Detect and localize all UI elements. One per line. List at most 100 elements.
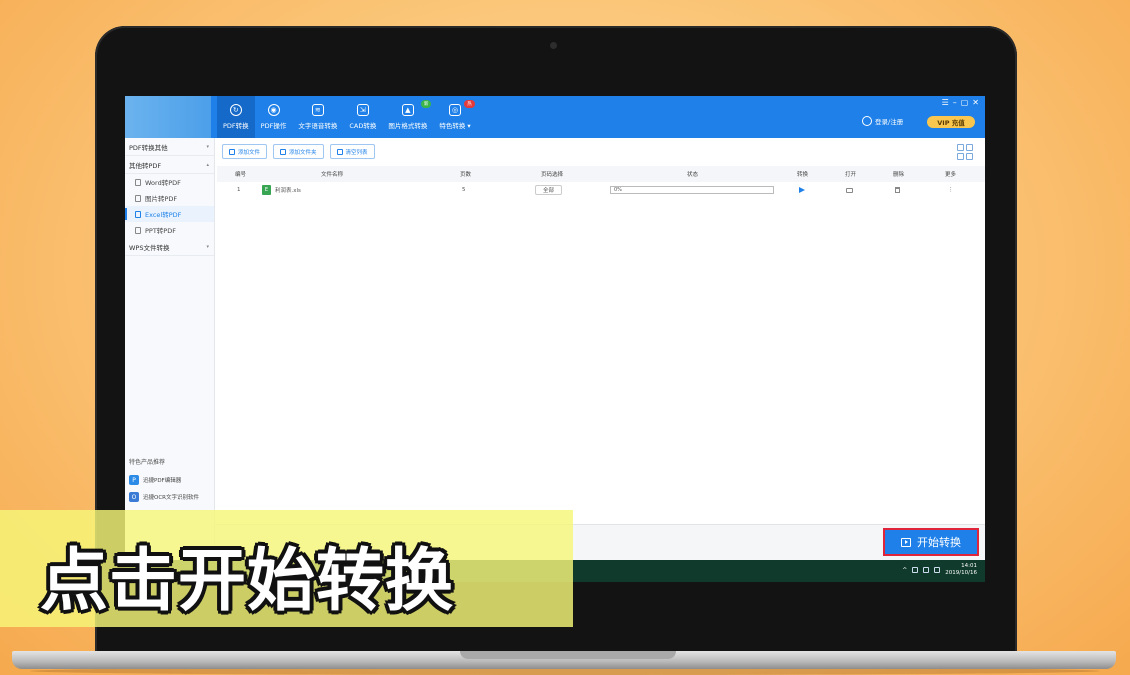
system-tray: ^ 14:01 2019/10/16 (902, 563, 977, 577)
sidebar-item-label: PPT转PDF (145, 227, 176, 235)
header-filename: 文件名称 (321, 172, 344, 178)
document-icon (135, 210, 141, 218)
sidebar-item-word-to-pdf[interactable]: Word转PDF (125, 174, 214, 190)
hot-badge: 热 (464, 100, 475, 108)
login-button[interactable]: 登录/注册 (862, 116, 903, 126)
sidebar-group-label: WPS文件转换 (129, 243, 170, 252)
nav-label: 文字语音转换 (298, 122, 338, 130)
network-icon[interactable] (923, 567, 930, 573)
nav-label: PDF操作 (260, 122, 287, 130)
clear-list-button[interactable]: 清空列表 (329, 144, 375, 159)
pdf-convert-icon: ↻ (229, 104, 242, 116)
clock-time: 14:01 (961, 563, 977, 569)
sidebar-group-label: PDF转换其他 (129, 143, 168, 152)
folder-icon (846, 187, 853, 193)
top-bar: ↻ PDF转换 ◉ PDF操作 ≋ 文字语音转换 ⇲ CAD转换 ▲ 图片格式转… (125, 96, 985, 138)
ocr-icon: O (129, 492, 139, 502)
add-folder-button[interactable]: 添加文件夹 (273, 144, 324, 159)
app-logo (125, 96, 211, 138)
sidebar-group-wps[interactable]: WPS文件转换 ▾ (125, 238, 214, 256)
document-icon (135, 226, 141, 234)
row-pages: 5 (462, 187, 466, 193)
vip-button[interactable]: VIP 充值 (927, 116, 975, 128)
nav-label: 图片格式转换 (388, 122, 428, 130)
button-label: 添加文件 (238, 149, 261, 156)
button-label: 添加文件夹 (289, 149, 317, 156)
window-controls: ☰ – ▢ ✕ (942, 98, 979, 107)
nav-label: 特色转换 ▾ (439, 122, 471, 130)
promo-ocr[interactable]: O 迅捷OCR文字识别软件 (129, 489, 199, 505)
nav-pdf-convert[interactable]: ↻ PDF转换 (217, 96, 255, 138)
row-range: 全部 (535, 182, 563, 198)
header-pages: 页数 (460, 172, 472, 178)
excel-file-icon: E (262, 185, 271, 195)
open-folder-button[interactable] (846, 182, 853, 198)
nav-label: CAD转换 (349, 122, 377, 130)
sidebar-item-label: Excel转PDF (145, 211, 182, 219)
maximize-icon[interactable]: ▢ (961, 98, 969, 107)
laptop-notch (460, 651, 676, 659)
promo-label: 迅捷PDF编辑器 (143, 478, 182, 484)
pdf-editor-icon: P (129, 475, 139, 485)
trash-icon (336, 148, 343, 155)
play-icon (901, 537, 911, 547)
promo-label: 迅捷OCR文字识别软件 (143, 495, 199, 501)
volume-icon[interactable] (934, 567, 941, 573)
page-range-select[interactable]: 全部 (535, 185, 563, 195)
clock[interactable]: 14:01 2019/10/16 (945, 563, 977, 577)
nav-special-convert[interactable]: ◎ 特色转换 ▾ 热 (433, 96, 476, 138)
sidebar-item-image-to-pdf[interactable]: 图片转PDF (125, 190, 214, 206)
menu-icon[interactable]: ☰ (942, 98, 949, 107)
promo-pdf-editor[interactable]: P 迅捷PDF编辑器 (129, 472, 181, 488)
sidebar-item-label: Word转PDF (145, 179, 181, 187)
header-convert: 转换 (797, 172, 809, 178)
chevron-down-icon: ▾ (206, 143, 209, 150)
nav-text-voice[interactable]: ≋ 文字语音转换 (292, 96, 343, 138)
file-table: 编号 文件名称 页数 页码选择 状态 转换 打开 删除 更多 1 E 利润表.x… (217, 166, 985, 198)
button-label: 清空列表 (345, 149, 368, 156)
close-icon[interactable]: ✕ (972, 98, 979, 107)
nav-label: PDF转换 (223, 122, 249, 130)
file-toolbar: 添加文件 添加文件夹 清空列表 (222, 144, 375, 159)
text-voice-icon: ≋ (311, 104, 324, 116)
grid-view-icon[interactable] (957, 144, 973, 160)
start-convert-button[interactable]: 开始转换 (883, 528, 979, 556)
image-icon: ▲ (401, 104, 414, 116)
progress-bar: 0% (610, 186, 774, 194)
sidebar-item-excel-to-pdf[interactable]: Excel转PDF (125, 206, 214, 222)
sidebar-group-other-to-pdf[interactable]: 其他转PDF ▴ (125, 156, 214, 174)
nav-cad[interactable]: ⇲ CAD转换 (343, 96, 382, 138)
new-badge: 新 (420, 100, 432, 108)
convert-play-button[interactable] (799, 182, 805, 198)
nav-pdf-operate[interactable]: ◉ PDF操作 (255, 96, 293, 138)
nav-image-convert[interactable]: ▲ 图片格式转换 新 (382, 96, 433, 138)
header-more: 更多 (945, 172, 957, 178)
more-button[interactable]: ⋮ (948, 182, 954, 198)
header-page-range: 页码选择 (541, 172, 564, 178)
table-header: 编号 文件名称 页数 页码选择 状态 转换 打开 删除 更多 (217, 166, 985, 182)
minimize-icon[interactable]: – (953, 98, 957, 107)
clock-date: 2019/10/16 (945, 570, 977, 576)
pdf-operate-icon: ◉ (267, 104, 280, 116)
delete-button[interactable] (895, 182, 900, 198)
header-status: 状态 (687, 172, 699, 178)
promo-title: 特色产品推荐 (129, 459, 166, 466)
shield-icon[interactable] (912, 567, 919, 573)
chevron-up-icon[interactable]: ^ (902, 567, 907, 574)
header-delete: 删除 (893, 172, 905, 178)
webcam (550, 42, 557, 49)
special-icon: ◎ (449, 104, 462, 116)
table-row: 1 E 利润表.xls 5 全部 0% ⋮ (217, 182, 985, 198)
add-file-icon (229, 148, 235, 155)
cad-icon: ⇲ (356, 104, 369, 116)
sidebar-item-ppt-to-pdf[interactable]: PPT转PDF (125, 222, 214, 238)
document-icon (135, 194, 141, 202)
add-file-button[interactable]: 添加文件 (222, 144, 268, 159)
sidebar-item-label: 图片转PDF (145, 195, 178, 203)
start-label: 开始转换 (917, 536, 961, 549)
header-number: 编号 (235, 172, 247, 178)
user-icon (862, 116, 872, 126)
sidebar-group-label: 其他转PDF (129, 161, 162, 170)
sidebar-group-pdf-to-other[interactable]: PDF转换其他 ▾ (125, 138, 214, 156)
play-icon (799, 187, 805, 193)
